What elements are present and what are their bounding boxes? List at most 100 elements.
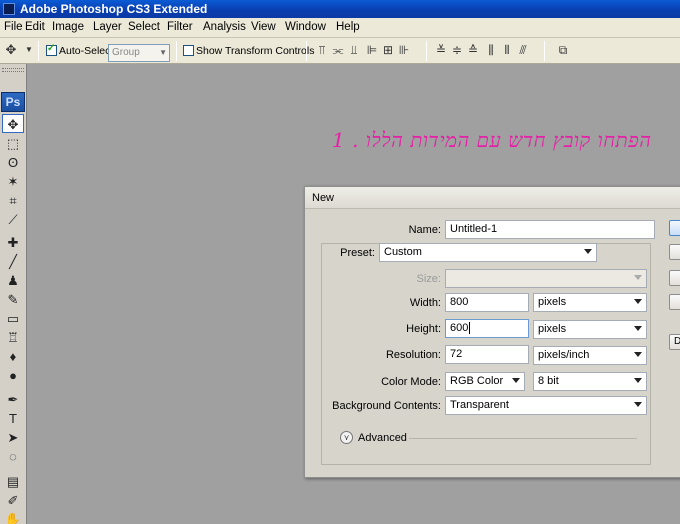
options-bar: ✥ ▼ Auto-Select: Show Transform Controls… [0,38,680,64]
save-preset-button[interactable] [669,270,680,286]
new-document-dialog: New Name: Untitled-1 Preset: Custom Size… [304,186,680,478]
height-input[interactable]: 600 [445,319,529,338]
crop-tool-icon[interactable]: ⌗ [2,191,24,210]
menu-view[interactable]: View [251,21,276,33]
move-tool-preset-icon[interactable]: ✥ [4,43,18,57]
width-input[interactable]: 800 [445,293,529,312]
device-central-button[interactable]: D [669,334,680,350]
healing-brush-tool-icon[interactable]: ✚ [2,233,24,252]
width-unit-dropdown[interactable]: pixels [533,293,647,312]
size-label: Size: [416,273,441,285]
advanced-divider [409,438,637,439]
color-mode-dropdown[interactable]: RGB Color [445,372,525,391]
divider [306,41,307,61]
show-transform-checkbox[interactable] [183,45,194,56]
menu-edit[interactable]: Edit [25,21,45,33]
chevron-down-icon [634,326,642,331]
chevron-down-icon[interactable]: ▼ [22,43,36,57]
magic-wand-tool-icon[interactable]: ✶ [2,172,24,191]
align-right-icon[interactable]: ⊪ [397,43,411,57]
menu-analysis[interactable]: Analysis [203,21,246,33]
align-vertical-center-icon[interactable]: ⫘ [331,43,345,57]
distribute-bottom-icon[interactable]: ≙ [466,43,480,57]
auto-align-layers-icon[interactable]: ⧉ [556,43,570,57]
height-unit-dropdown[interactable]: pixels [533,320,647,339]
slice-tool-icon[interactable]: ⟋ [2,210,24,229]
pen-tool-icon[interactable]: ✒ [2,390,24,409]
marquee-tool-icon[interactable]: ⬚ [2,134,24,153]
divider [426,41,427,61]
menu-file[interactable]: File [4,21,23,33]
eraser-tool-icon[interactable]: ▭ [2,309,24,328]
menu-image[interactable]: Image [52,21,84,33]
menu-window[interactable]: Window [285,21,326,33]
distribute-left-icon[interactable]: ⫼ [484,43,498,57]
cancel-button[interactable] [669,244,680,260]
hand-tool-icon[interactable]: ✋ [2,510,24,524]
shape-tool-icon[interactable]: ◌ [2,447,24,466]
auto-select-checkbox[interactable] [46,43,57,56]
delete-preset-button[interactable] [669,294,680,310]
dialog-title-bar[interactable]: New [305,187,680,209]
preset-label: Preset: [333,247,377,259]
notes-tool-icon[interactable]: ▤ [2,472,24,491]
chevron-down-icon [634,378,642,383]
bit-depth-dropdown[interactable]: 8 bit [533,372,647,391]
divider [544,41,545,61]
resolution-unit-value: pixels/inch [538,349,590,361]
distribute-horizontal-center-icon[interactable]: ⦀ [500,43,514,57]
color-mode-label: Color Mode: [381,376,441,388]
background-contents-dropdown[interactable]: Transparent [445,396,647,415]
align-top-icon[interactable]: ⫪ [315,43,329,57]
align-horizontal-center-icon[interactable]: ⊞ [381,43,395,57]
height-value: 600 [450,322,469,334]
eyedropper-tool-icon[interactable]: ✐ [2,491,24,510]
menu-filter[interactable]: Filter [167,21,193,33]
height-unit-value: pixels [538,323,567,335]
name-label: Name: [408,224,441,236]
photoshop-app-icon [3,3,15,15]
ok-button[interactable] [669,220,680,236]
divider [38,41,39,61]
title-bar: Adobe Photoshop CS3 Extended [0,0,680,18]
menu-help[interactable]: Help [336,21,360,33]
preset-dropdown[interactable]: Custom [379,243,597,262]
menu-select[interactable]: Select [128,21,160,33]
resolution-input[interactable]: 72 [445,345,529,364]
background-contents-value: Transparent [450,399,509,411]
auto-select-value: Group [112,47,140,58]
resolution-unit-dropdown[interactable]: pixels/inch [533,346,647,365]
align-left-icon[interactable]: ⊫ [365,43,379,57]
move-tool-icon[interactable]: ✥ [2,114,24,133]
name-input[interactable]: Untitled-1 [445,220,655,239]
distribute-vertical-center-icon[interactable]: ≑ [450,43,464,57]
chevron-down-icon [634,402,642,407]
blur-tool-icon[interactable]: ♦ [2,347,24,366]
toolbox-grip[interactable] [2,68,24,72]
chevron-down-icon [634,352,642,357]
workspace-annotation: 1 . הפתחו קובץ חדש עם המידות הללו [332,128,652,152]
align-bottom-icon[interactable]: ⫫ [347,43,361,57]
photoshop-logo[interactable]: Ps [1,92,25,112]
advanced-label[interactable]: Advanced [358,432,407,444]
bit-depth-value: 8 bit [538,375,559,387]
clone-stamp-tool-icon[interactable]: ♟ [2,271,24,290]
distribute-top-icon[interactable]: ≚ [434,43,448,57]
advanced-expand-icon[interactable]: ⋎ [340,431,353,444]
menu-layer[interactable]: Layer [93,21,122,33]
lasso-tool-icon[interactable]: ʘ [2,153,24,172]
paint-bucket-tool-icon[interactable]: ♖ [2,328,24,347]
type-tool-icon[interactable]: T [2,409,24,428]
distribute-right-icon[interactable]: ⫻ [516,43,530,57]
menu-bar: File Edit Image Layer Select Filter Anal… [0,18,680,38]
path-selection-tool-icon[interactable]: ➤ [2,428,24,447]
brush-tool-icon[interactable]: ╱ [2,252,24,271]
color-mode-value: RGB Color [450,375,504,387]
dialog-title: New [312,192,335,204]
dodge-tool-icon[interactable]: ● [2,366,24,385]
text-caret [469,322,471,334]
history-brush-tool-icon[interactable]: ✎ [2,290,24,309]
auto-select-dropdown[interactable]: Group ▼ [108,44,170,62]
chevron-down-icon [584,249,592,254]
size-dropdown [445,269,647,288]
